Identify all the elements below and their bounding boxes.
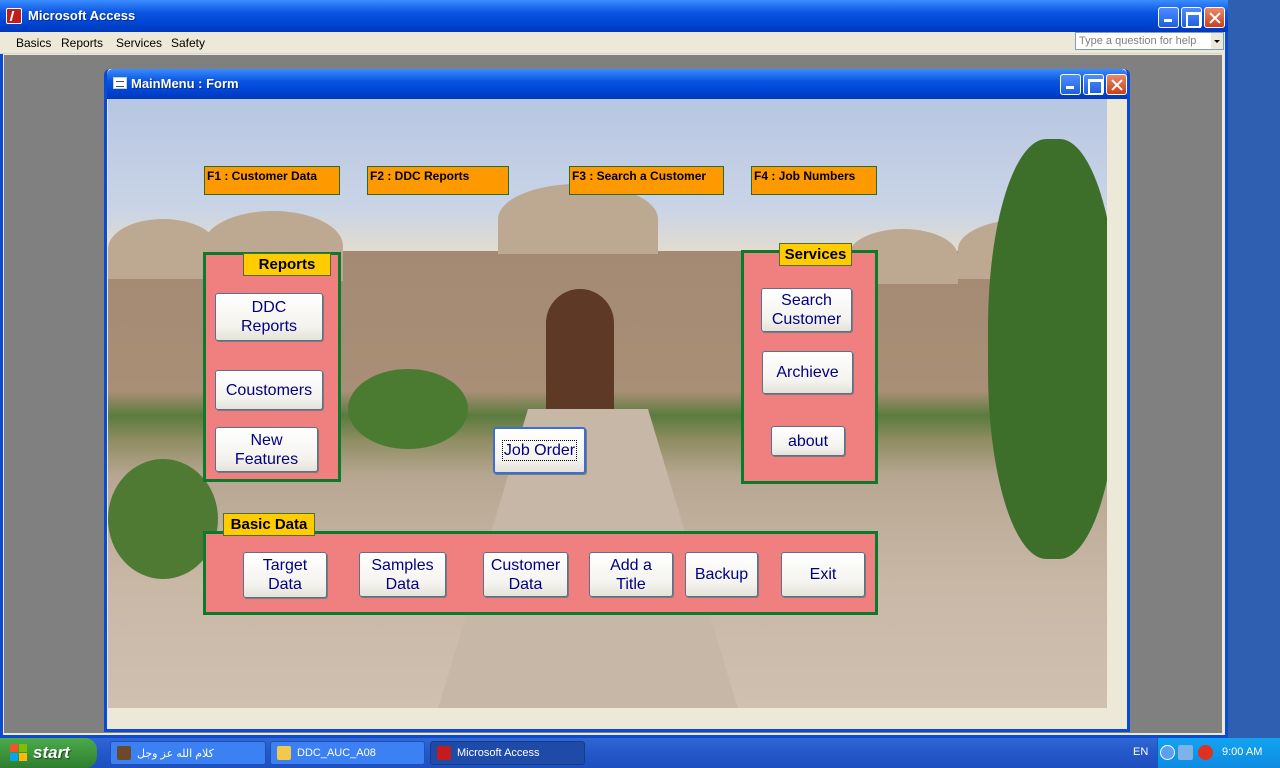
form-title-bar[interactable]: MainMenu : Form: [107, 69, 1127, 99]
search-customer-button[interactable]: Search Customer: [761, 288, 852, 332]
bush-shape: [348, 369, 468, 449]
target-data-label: Target Data: [263, 556, 307, 594]
menu-basics[interactable]: Basics: [16, 36, 51, 50]
search-customer-label: Search Customer: [772, 291, 841, 329]
network-icon[interactable]: [1178, 745, 1193, 760]
help-dropdown-icon[interactable]: [1211, 33, 1223, 49]
customers-button[interactable]: Coustomers: [215, 370, 323, 410]
form-maximize-icon[interactable]: [1083, 74, 1104, 95]
customer-data-button[interactable]: Customer Data: [483, 552, 568, 597]
taskbar-item-access[interactable]: Microsoft Access: [430, 741, 585, 765]
label-line: Customer: [771, 311, 842, 328]
menu-safety[interactable]: Safety: [171, 36, 205, 50]
reports-panel-title: Reports: [243, 253, 331, 276]
new-features-label: New Features: [235, 431, 298, 469]
taskbar-item-folder[interactable]: DDC_AUC_A08: [270, 741, 425, 765]
taskbar-item-label: كلام الله عز وجل: [137, 748, 214, 760]
customers-label: Coustomers: [225, 381, 313, 399]
form-title: MainMenu : Form: [131, 76, 239, 91]
label-line: Target: [262, 557, 308, 574]
help-question-input[interactable]: Type a question for help: [1075, 32, 1224, 50]
label-line: Data: [268, 576, 302, 593]
label-line: Features: [234, 450, 299, 468]
app-title-bar[interactable]: Microsoft Access: [0, 0, 1228, 32]
job-order-button[interactable]: Job Order: [493, 427, 586, 474]
f3-label: F3 : Search a Customer: [569, 166, 724, 195]
maximize-icon[interactable]: [1181, 7, 1202, 28]
f1-label: F1 : Customer Data: [204, 166, 340, 195]
minimize-icon[interactable]: [1158, 7, 1179, 28]
dome-shape: [108, 219, 218, 279]
app-title: Microsoft Access: [28, 8, 136, 23]
form-scroll-edge: [1107, 99, 1126, 708]
label-line: Search: [781, 292, 832, 309]
label-line: Customer: [490, 556, 561, 574]
menu-reports[interactable]: Reports: [61, 36, 103, 50]
windows-logo-icon: [10, 744, 28, 762]
new-features-button[interactable]: New Features: [215, 427, 318, 472]
taskbar-item-label: DDC_AUC_A08: [297, 747, 376, 759]
bush-shape: [108, 459, 218, 579]
chevron-left-icon[interactable]: [1160, 745, 1175, 760]
taskbar-item-label: Microsoft Access: [457, 747, 540, 759]
label-line: Samples: [371, 556, 434, 574]
job-order-label: Job Order: [501, 440, 578, 461]
add-title-button[interactable]: Add a Title: [589, 552, 673, 597]
menu-bar: Basics Reports Services Safety: [0, 32, 1222, 54]
ddc-reports-label: DDC Reports: [241, 298, 297, 336]
about-button[interactable]: about: [771, 426, 845, 456]
close-icon[interactable]: [1204, 7, 1225, 28]
taskbar-item-quran[interactable]: كلام الله عز وجل: [110, 741, 266, 765]
add-title-label: Add a Title: [610, 556, 652, 594]
form-bottom-edge: [108, 708, 1126, 729]
label-line: Add a: [610, 556, 652, 574]
label-line: Title: [616, 575, 646, 593]
clock: 9:00 AM: [1222, 746, 1263, 758]
language-indicator[interactable]: EN: [1133, 746, 1148, 758]
gate-arch: [546, 289, 614, 409]
label-line: DDC: [251, 299, 287, 316]
label-line: Data: [385, 575, 420, 593]
exit-button[interactable]: Exit: [781, 552, 865, 597]
folder-icon: [277, 746, 291, 760]
services-panel-title: Services: [779, 243, 852, 266]
exit-label: Exit: [809, 566, 837, 583]
form-icon[interactable]: [113, 77, 127, 89]
access-app-icon[interactable]: [6, 8, 22, 24]
form-minimize-icon[interactable]: [1060, 74, 1081, 95]
archieve-label: Archieve: [776, 364, 839, 381]
label-line: Data: [508, 575, 543, 593]
label-line: Reports: [240, 318, 298, 335]
samples-data-label: Samples Data: [371, 556, 433, 594]
desktop-background: [1228, 0, 1280, 738]
backup-button[interactable]: Backup: [685, 552, 758, 597]
backup-label: Backup: [694, 566, 749, 583]
label-line: New: [250, 431, 283, 449]
tree-shape: [988, 139, 1107, 559]
access-icon: [437, 746, 451, 760]
about-label: about: [787, 432, 829, 450]
samples-data-button[interactable]: Samples Data: [359, 552, 446, 597]
customer-data-label: Customer Data: [491, 556, 560, 594]
book-icon: [117, 746, 131, 760]
menu-services[interactable]: Services: [116, 36, 162, 50]
form-close-icon[interactable]: [1106, 74, 1127, 95]
start-label: start: [33, 743, 70, 762]
basic-data-panel-title: Basic Data: [223, 513, 315, 536]
alert-icon[interactable]: [1198, 745, 1213, 760]
ddc-reports-button[interactable]: DDC Reports: [215, 293, 323, 341]
archieve-button[interactable]: Archieve: [762, 351, 853, 394]
target-data-button[interactable]: Target Data: [243, 552, 327, 598]
f4-label: F4 : Job Numbers: [751, 166, 877, 195]
f2-label: F2 : DDC Reports: [367, 166, 509, 195]
